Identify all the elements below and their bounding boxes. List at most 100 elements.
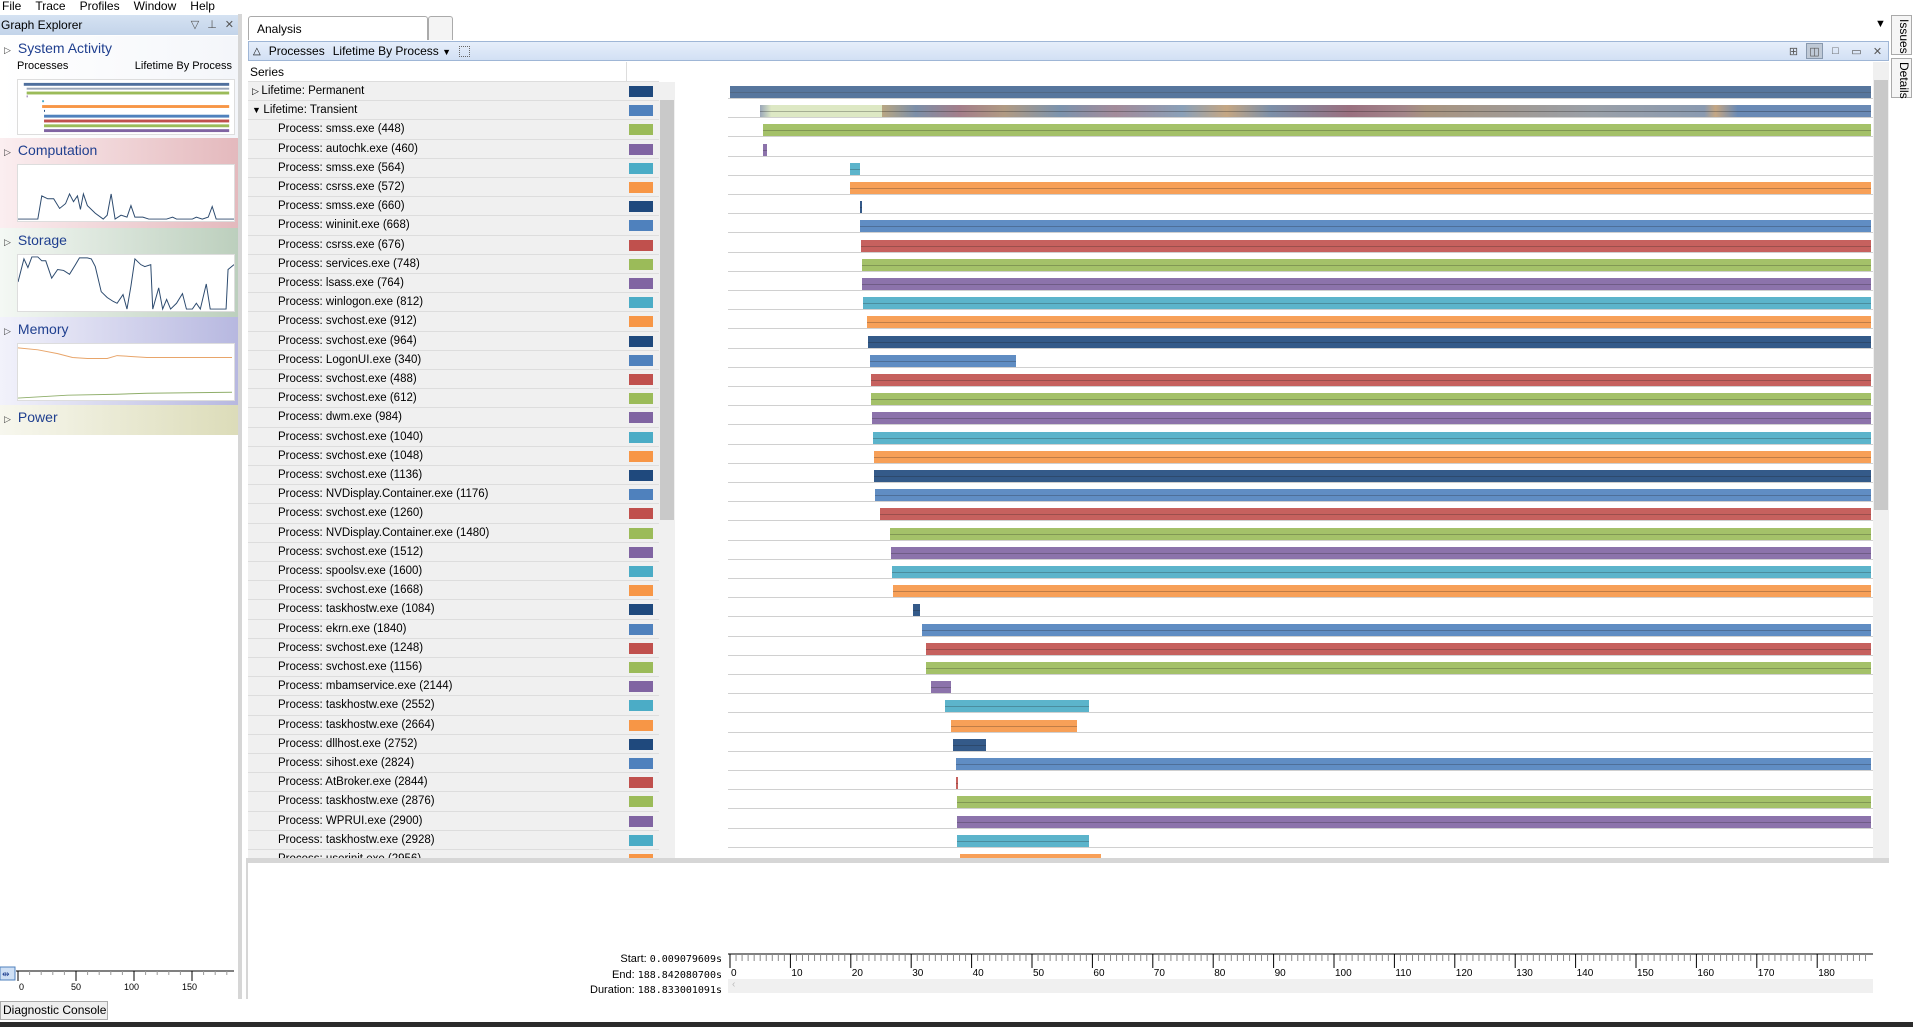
series-row[interactable]: Process: mbamservice.exe (2144) <box>248 677 659 697</box>
color-column-header[interactable] <box>626 62 659 82</box>
series-color-swatch[interactable] <box>629 162 653 174</box>
series-color-swatch[interactable] <box>629 508 653 520</box>
series-color-swatch[interactable] <box>629 374 653 385</box>
memory-thumbnail[interactable] <box>17 343 235 401</box>
series-column-header[interactable]: Series <box>248 62 626 82</box>
menu-trace[interactable]: Trace <box>35 0 65 14</box>
series-color-swatch[interactable] <box>629 758 653 769</box>
lifetime-bar[interactable] <box>893 585 1871 598</box>
series-row[interactable]: Process: wininit.exe (668) <box>248 216 659 236</box>
series-list-scroll-thumb[interactable] <box>660 100 674 520</box>
series-row[interactable]: Process: svchost.exe (912) <box>248 312 659 332</box>
series-row[interactable]: Process: svchost.exe (1040) <box>248 428 659 447</box>
series-row[interactable]: Process: taskhostw.exe (2664) <box>248 716 659 735</box>
series-color-swatch[interactable] <box>629 239 653 251</box>
series-row[interactable]: Process: svchost.exe (1512) <box>248 543 659 562</box>
series-row[interactable]: Process: taskhostw.exe (2928) <box>248 831 659 850</box>
series-color-swatch[interactable] <box>629 201 653 213</box>
graph-name[interactable]: Processes <box>269 44 325 58</box>
series-color-swatch[interactable] <box>629 527 653 539</box>
graph-only-icon[interactable]: □ <box>1827 43 1844 59</box>
lifetime-bar[interactable] <box>870 374 1871 386</box>
series-color-swatch[interactable] <box>629 470 653 481</box>
series-color-swatch[interactable] <box>629 585 653 597</box>
lifetime-bar[interactable] <box>862 297 1871 310</box>
lifetime-bar[interactable] <box>945 700 1089 713</box>
series-row[interactable]: Process: svchost.exe (1260) <box>248 504 659 524</box>
menu-window[interactable]: Window <box>134 0 177 14</box>
series-row[interactable]: Process: NVDisplay.Container.exe (1176) <box>248 485 659 505</box>
series-color-swatch[interactable] <box>629 777 653 789</box>
series-color-swatch[interactable] <box>629 335 653 347</box>
lifetime-bar[interactable] <box>955 758 1871 770</box>
lifetime-bar[interactable] <box>763 143 767 156</box>
series-color-swatch[interactable] <box>629 124 653 136</box>
tab-details[interactable]: Details <box>1891 58 1912 99</box>
expand-icon[interactable]: ▷ <box>252 86 261 96</box>
series-row[interactable]: Process: taskhostw.exe (1084) <box>248 600 659 620</box>
series-row[interactable]: Process: WPRUI.exe (2900) <box>248 812 659 831</box>
dropdown-icon[interactable]: ▽ <box>191 15 199 35</box>
series-row[interactable]: Process: spoolsv.exe (1600) <box>248 562 659 582</box>
menu-help[interactable]: Help <box>190 0 215 14</box>
expand-icon[interactable]: ▷ <box>4 326 11 336</box>
lifetime-bar[interactable] <box>849 182 1871 194</box>
series-row[interactable]: Process: ekrn.exe (1840) <box>248 620 659 639</box>
menu-profiles[interactable]: Profiles <box>80 0 120 14</box>
lifetime-bar[interactable] <box>861 258 1871 271</box>
lifetime-bar[interactable] <box>873 450 1871 463</box>
series-color-swatch[interactable] <box>629 316 653 328</box>
lifetime-bar[interactable] <box>890 546 1871 559</box>
tab-new[interactable] <box>428 16 453 40</box>
tab-analysis[interactable]: Analysis <box>248 16 428 40</box>
collapse-graph-icon[interactable]: △ <box>253 46 261 57</box>
lifetime-bar[interactable] <box>763 124 1871 137</box>
series-row[interactable]: Process: sihost.exe (2824) <box>248 754 659 774</box>
lifetime-bar[interactable] <box>871 393 1871 406</box>
selection-icon[interactable] <box>459 45 471 57</box>
lifetime-bar[interactable] <box>849 162 861 175</box>
close-icon[interactable]: ✕ <box>225 15 234 35</box>
pin-icon[interactable]: ⊥ <box>207 15 217 35</box>
series-row[interactable]: Process: services.exe (748) <box>248 255 659 274</box>
expand-icon[interactable]: ▷ <box>4 147 11 157</box>
time-scrollbar[interactable]: ‹ <box>728 979 1873 993</box>
lifetime-bar[interactable] <box>957 796 1871 809</box>
lifetime-thumbnail[interactable] <box>17 79 235 135</box>
series-color-swatch[interactable] <box>629 220 653 232</box>
series-row[interactable]: Process: smss.exe (660) <box>248 197 659 217</box>
lifetime-bar[interactable] <box>953 738 987 751</box>
section-storage[interactable]: ▷ Storage <box>0 228 238 317</box>
lifetime-bar[interactable] <box>862 278 1871 290</box>
series-color-swatch[interactable] <box>629 546 653 558</box>
series-color-swatch[interactable] <box>629 412 653 424</box>
lifetime-bar[interactable] <box>871 412 1871 425</box>
series-row[interactable]: Process: svchost.exe (1156) <box>248 658 659 678</box>
series-row[interactable]: Process: svchost.exe (488) <box>248 370 659 390</box>
series-color-swatch[interactable] <box>629 604 653 616</box>
lifetime-bar[interactable] <box>866 316 1871 329</box>
lifetime-bar[interactable] <box>951 719 1077 732</box>
collapse-icon[interactable]: ▼ <box>252 105 263 115</box>
series-row[interactable]: Process: svchost.exe (1248) <box>248 639 659 658</box>
series-row[interactable]: Process: autochk.exe (460) <box>248 140 659 159</box>
lifetime-bar[interactable] <box>913 604 921 617</box>
chart-scroll-thumb[interactable] <box>1874 80 1888 510</box>
lifetime-bar[interactable] <box>930 681 952 694</box>
lifetime-chart[interactable] <box>728 82 1873 858</box>
series-row[interactable]: ▷ Lifetime: Permanent <box>248 82 659 102</box>
series-row[interactable]: Process: smss.exe (564) <box>248 159 659 178</box>
series-color-swatch[interactable] <box>629 450 653 462</box>
section-computation[interactable]: ▷ Computation <box>0 138 238 228</box>
section-memory[interactable]: ▷ Memory <box>0 317 238 405</box>
series-color-swatch[interactable] <box>629 86 653 97</box>
series-row[interactable]: Process: csrss.exe (676) <box>248 236 659 255</box>
minimize-icon[interactable]: ▭ <box>1848 43 1865 59</box>
series-row[interactable]: Process: userinit.exe (2956) <box>248 850 659 858</box>
series-color-swatch[interactable] <box>629 258 653 270</box>
expand-icon[interactable]: ▷ <box>4 414 11 424</box>
lifetime-bar[interactable] <box>760 105 1871 118</box>
lifetime-bar[interactable] <box>890 527 1871 540</box>
series-color-swatch[interactable] <box>629 796 653 808</box>
lifetime-bar[interactable] <box>874 470 1871 482</box>
